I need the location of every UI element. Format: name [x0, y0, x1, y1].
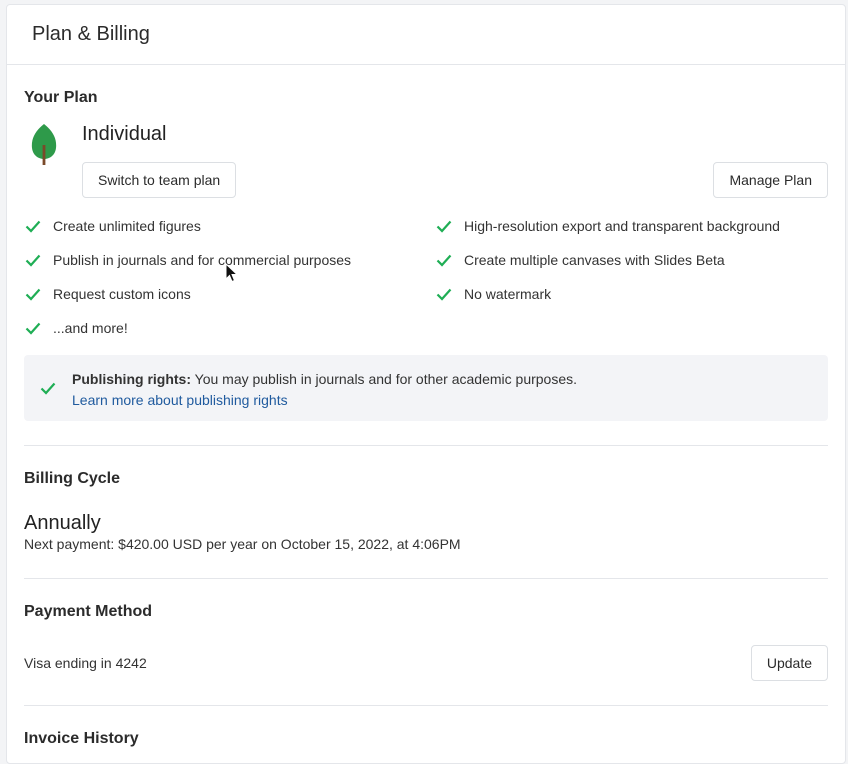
check-icon [436, 288, 452, 301]
update-payment-button[interactable]: Update [750, 645, 828, 681]
feature-item: Create multiple canvases with Slides Bet… [435, 243, 835, 277]
feature-label: Create multiple canvases with Slides Bet… [464, 252, 725, 268]
check-icon [436, 254, 452, 267]
page-title: Plan & Billing [32, 23, 150, 45]
feature-label: ...and more! [53, 320, 128, 336]
switch-to-team-plan-button[interactable]: Switch to team plan [82, 162, 237, 198]
feature-item: ...and more! [24, 311, 435, 345]
feature-item: Create unlimited figures [24, 209, 435, 243]
feature-item: High-resolution export and transparent b… [435, 209, 835, 243]
feature-label: Create unlimited figures [53, 218, 201, 234]
your-plan-title: Your Plan [24, 89, 98, 106]
check-icon [40, 382, 56, 395]
next-payment-text: Next payment: $420.00 USD per year on Oc… [24, 536, 461, 552]
card-content: Your Plan Individual Switch to team plan… [7, 65, 845, 748]
payment-method-section: Payment Method Visa ending in 4242 Updat… [24, 579, 828, 705]
feature-item: No watermark [435, 277, 835, 311]
publishing-rights-label: Publishing rights: [72, 371, 191, 387]
your-plan-section: Your Plan Individual Switch to team plan… [24, 65, 828, 421]
feature-label: High-resolution export and transparent b… [464, 218, 780, 234]
billing-cycle-value: Annually [24, 512, 101, 534]
feature-label: No watermark [464, 286, 552, 302]
check-icon [25, 288, 41, 301]
billing-cycle-title: Billing Cycle [24, 470, 121, 487]
publishing-rights-box: Publishing rights: You may publish in jo… [24, 355, 828, 421]
plan-name: Individual [82, 123, 167, 145]
manage-plan-button[interactable]: Manage Plan [713, 162, 828, 198]
invoice-history-section: Invoice History [24, 706, 828, 748]
learn-more-publishing-rights-link[interactable]: Learn more about publishing rights [72, 392, 288, 408]
feature-list: Create unlimited figures High-resolution… [24, 209, 828, 345]
check-icon [25, 322, 41, 335]
plan-row: Individual Switch to team plan Manage Pl… [24, 123, 828, 211]
mouse-cursor-icon [225, 263, 239, 283]
billing-cycle-section: Billing Cycle Annually Next payment: $42… [24, 446, 828, 552]
card-ending-text: Visa ending in 4242 [24, 655, 147, 671]
publishing-rights-text: Publishing rights: You may publish in jo… [72, 369, 577, 411]
feature-label: Request custom icons [53, 286, 191, 302]
publishing-rights-description: You may publish in journals and for othe… [191, 371, 578, 387]
check-icon [436, 220, 452, 233]
invoice-history-title: Invoice History [24, 730, 139, 747]
check-icon [25, 254, 41, 267]
check-icon [25, 220, 41, 233]
payment-method-title: Payment Method [24, 603, 153, 620]
feature-label: Publish in journals and for commercial p… [53, 252, 352, 268]
plan-billing-card: Plan & Billing Your Plan Individual Swit… [6, 4, 846, 764]
tree-icon [31, 124, 57, 165]
card-header: Plan & Billing [7, 5, 845, 65]
